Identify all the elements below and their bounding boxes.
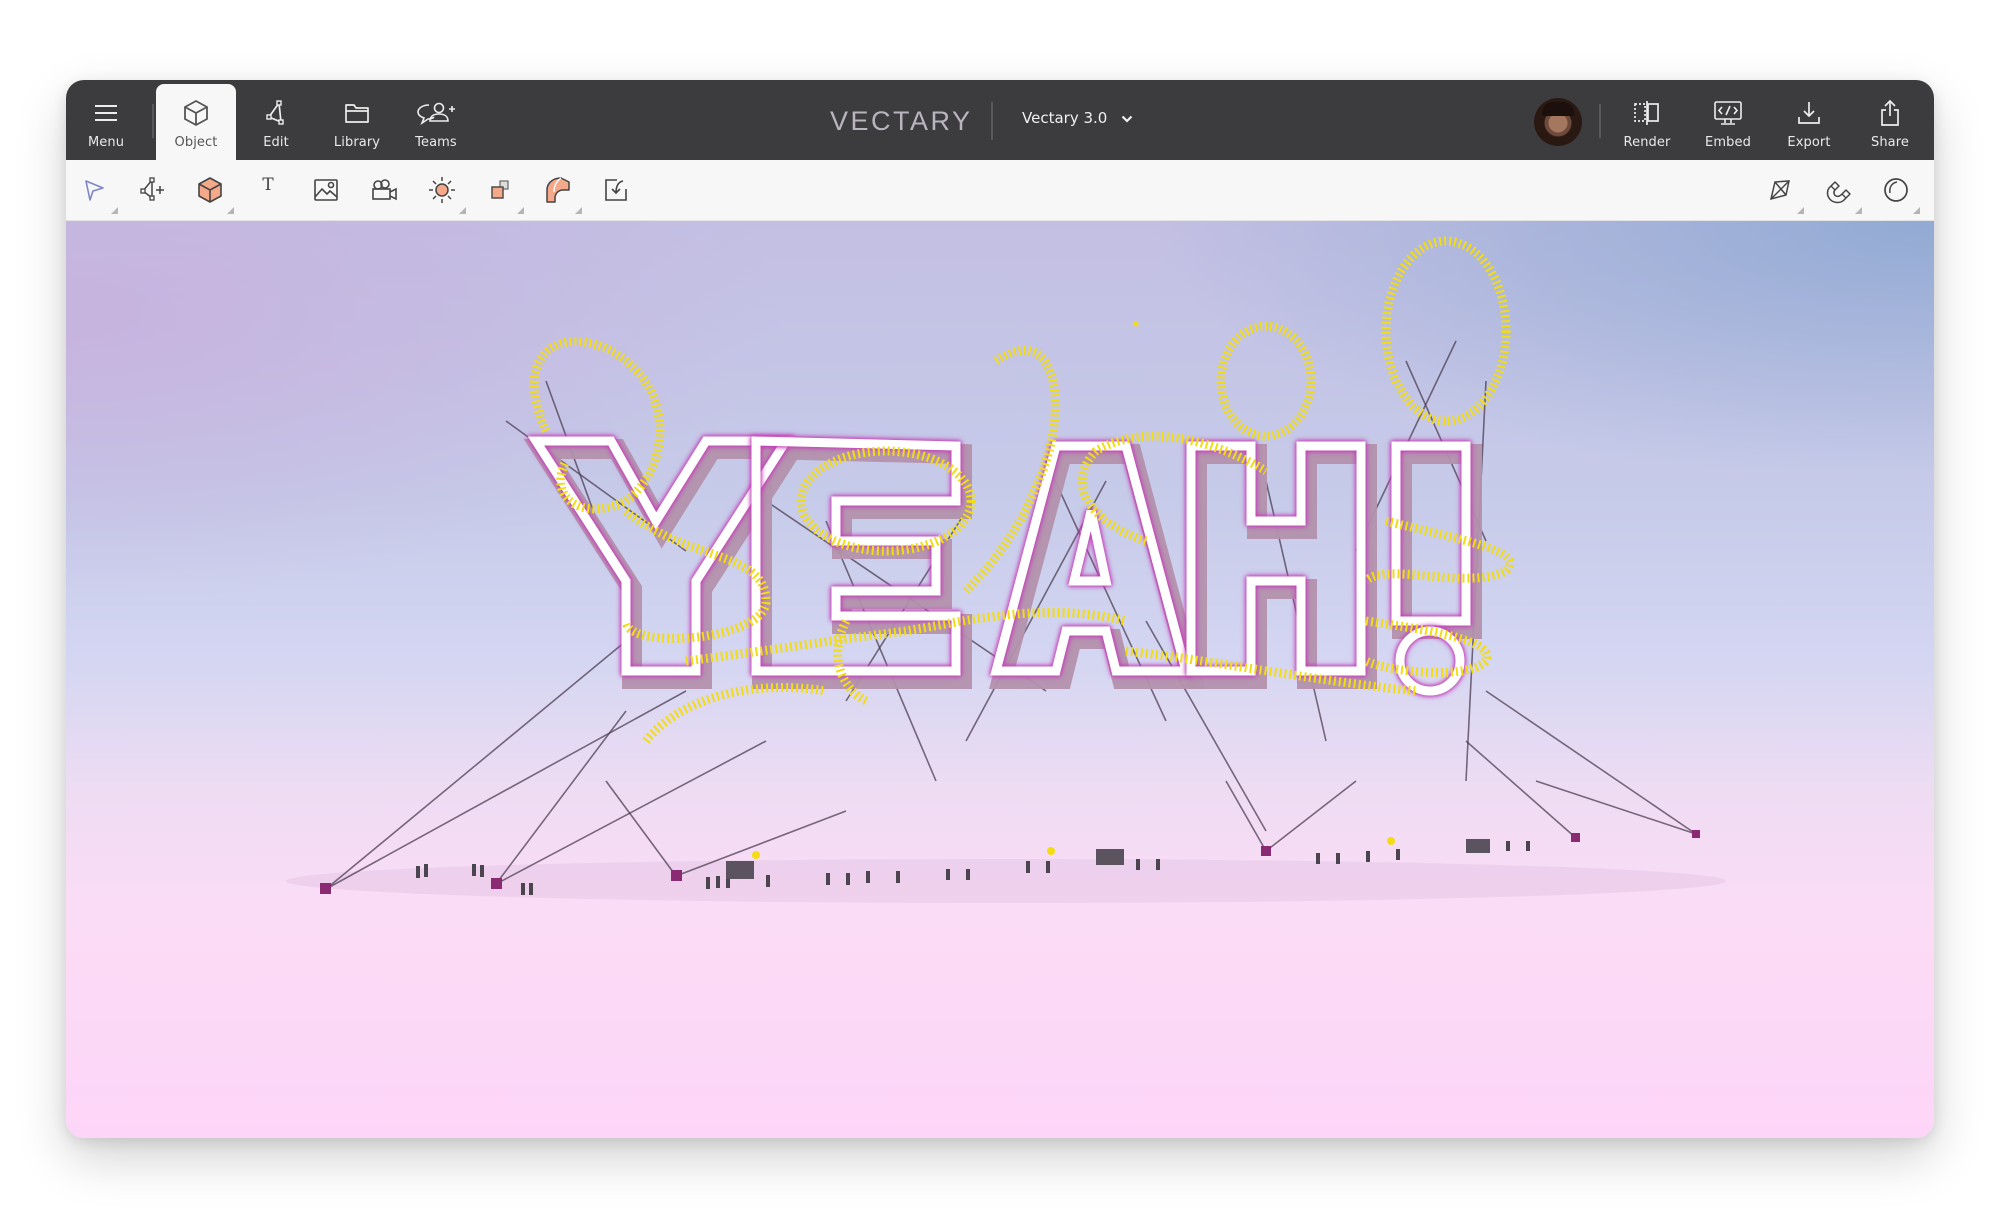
box-primitive-icon [198, 177, 222, 203]
vertex-add-icon [140, 177, 164, 201]
teams-add-user-icon [415, 98, 457, 128]
submenu-indicator[interactable] [227, 207, 234, 214]
deformer-tool[interactable] [540, 172, 582, 214]
tab-library[interactable]: Library [317, 80, 397, 160]
text-icon: T [262, 175, 274, 195]
embed-monitor-code-icon [1713, 98, 1743, 128]
edit-vertices-icon [264, 98, 288, 128]
submenu-indicator[interactable] [517, 207, 524, 214]
user-avatar[interactable] [1534, 98, 1582, 146]
folder-icon [344, 98, 370, 128]
magnet-tool[interactable] [1820, 172, 1862, 214]
brand-logo: VECTARY [830, 106, 973, 136]
magnet-icon [1826, 181, 1851, 204]
shading-tool[interactable] [1878, 172, 1920, 214]
booth [1096, 849, 1124, 865]
hamburger-icon [94, 98, 118, 128]
submenu-indicator[interactable] [111, 207, 118, 214]
export-label: Export [1787, 135, 1831, 150]
cursor-arrow-icon [85, 180, 104, 201]
sphere-shading-icon [1884, 178, 1908, 202]
submenu-indicator[interactable] [575, 207, 582, 214]
select-tool[interactable] [76, 172, 118, 214]
download-icon [1796, 98, 1822, 128]
project-selector[interactable]: Vectary 3.0 [1022, 109, 1133, 127]
letter-y [527, 436, 795, 676]
diamond-grid-icon [1769, 180, 1790, 201]
tool-bar: T [66, 160, 1934, 221]
bend-deformer-icon [546, 177, 570, 203]
camera-tool[interactable] [366, 172, 402, 208]
3d-viewport[interactable] [66, 221, 1934, 1138]
render-button[interactable]: Render [1607, 80, 1687, 160]
submenu-indicator[interactable] [1797, 207, 1804, 214]
scene-letters [527, 436, 1471, 696]
tab-library-label: Library [333, 135, 381, 150]
letter-h [1186, 441, 1366, 676]
submenu-indicator[interactable] [1913, 207, 1920, 214]
sun-light-icon [429, 177, 455, 203]
booth [1466, 839, 1490, 853]
scene-render [286, 236, 1726, 903]
tab-object-label: Object [174, 135, 218, 150]
light-tool[interactable] [424, 172, 466, 214]
letter-exclamation-dot [1395, 626, 1465, 696]
project-name: Vectary 3.0 [1022, 109, 1108, 127]
image-tool[interactable] [308, 172, 344, 208]
menu-label: Menu [87, 135, 125, 150]
text-tool[interactable]: T [250, 172, 286, 208]
divider [991, 102, 993, 140]
top-bar: Menu Object Edit Library Teams VECTARY V… [66, 80, 1934, 160]
tab-teams-label: Teams [415, 135, 457, 150]
array-duplicate-icon [491, 180, 509, 199]
share-label: Share [1870, 135, 1909, 150]
menu-button[interactable]: Menu [66, 80, 146, 160]
import-tool[interactable] [598, 172, 634, 208]
tab-object[interactable]: Object [156, 84, 236, 160]
export-button[interactable]: Export [1769, 80, 1849, 160]
submenu-indicator[interactable] [1855, 207, 1862, 214]
divider [152, 104, 154, 138]
tab-edit-label: Edit [263, 135, 289, 150]
image-icon [314, 179, 338, 201]
render-split-icon [1632, 98, 1662, 128]
embed-button[interactable]: Embed [1688, 80, 1768, 160]
share-upload-icon [1878, 98, 1902, 128]
duplicate-tool[interactable] [482, 172, 524, 214]
add-vertex-tool[interactable] [134, 172, 170, 208]
chevron-down-icon [1121, 109, 1133, 127]
render-label: Render [1623, 135, 1671, 150]
primitive-tool[interactable] [192, 172, 234, 214]
booth [726, 861, 754, 879]
cube-icon [183, 98, 209, 128]
tab-teams[interactable]: Teams [396, 80, 476, 160]
snap-grid-tool[interactable] [1762, 172, 1804, 214]
import-icon [605, 179, 627, 201]
tab-edit[interactable]: Edit [236, 80, 316, 160]
embed-label: Embed [1705, 135, 1751, 150]
camera-icon [372, 179, 397, 201]
submenu-indicator[interactable] [459, 207, 466, 214]
divider [1599, 104, 1601, 138]
share-button[interactable]: Share [1850, 80, 1930, 160]
app-window: Menu Object Edit Library Teams VECTARY V… [66, 80, 1934, 1138]
